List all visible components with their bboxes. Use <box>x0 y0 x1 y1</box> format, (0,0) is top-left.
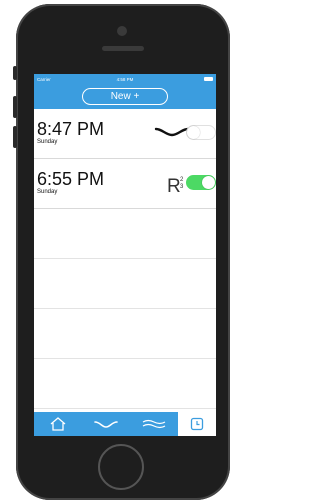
empty-row <box>34 359 216 409</box>
phone-frame: Carrier 4:58 PM New + 8:47 PM Sunday 6:5… <box>13 4 230 500</box>
clock-icon <box>190 417 204 431</box>
toggle-knob <box>187 126 200 139</box>
alarm-row[interactable]: 6:55 PM Sunday R 2 3 <box>34 159 216 209</box>
wave-icon <box>94 421 118 428</box>
empty-row <box>34 259 216 309</box>
tab-home[interactable] <box>34 412 82 436</box>
svg-text:3: 3 <box>180 184 184 190</box>
nav-bar: New + <box>34 84 216 109</box>
svg-text:R: R <box>167 176 181 195</box>
new-alarm-button-label: New + <box>110 91 140 102</box>
home-icon <box>50 417 66 431</box>
wave-icon <box>154 127 190 137</box>
tab-wave[interactable] <box>82 412 130 436</box>
volume-down-button <box>13 126 17 148</box>
empty-row <box>34 209 216 259</box>
tab-bar <box>34 412 216 436</box>
home-button[interactable] <box>98 444 144 490</box>
alarm-time: 8:47 PM <box>37 119 105 139</box>
alarm-row[interactable]: 8:47 PM Sunday <box>34 109 216 159</box>
tab-clock[interactable] <box>178 412 216 436</box>
alarm-time: 6:55 PM <box>37 169 105 189</box>
ocean-waves-icon <box>142 419 166 429</box>
svg-text:2: 2 <box>180 177 184 183</box>
mute-switch <box>13 66 17 80</box>
status-bar: Carrier 4:58 PM <box>34 74 216 84</box>
front-camera <box>117 26 127 36</box>
earpiece-speaker <box>102 46 144 51</box>
alarm-toggle[interactable] <box>186 175 216 190</box>
alarm-day: Sunday <box>37 189 58 195</box>
app-screen: Carrier 4:58 PM New + 8:47 PM Sunday 6:5… <box>34 74 216 436</box>
alarm-toggle[interactable] <box>186 125 216 140</box>
volume-up-button <box>13 96 17 118</box>
tab-ocean[interactable] <box>130 412 178 436</box>
alarm-day: Sunday <box>37 139 58 145</box>
empty-row <box>34 309 216 359</box>
new-alarm-button[interactable]: New + <box>82 88 168 105</box>
r-squared-icon: R 2 3 <box>167 176 184 195</box>
status-time: 4:58 PM <box>116 76 134 82</box>
toggle-knob <box>202 176 215 189</box>
